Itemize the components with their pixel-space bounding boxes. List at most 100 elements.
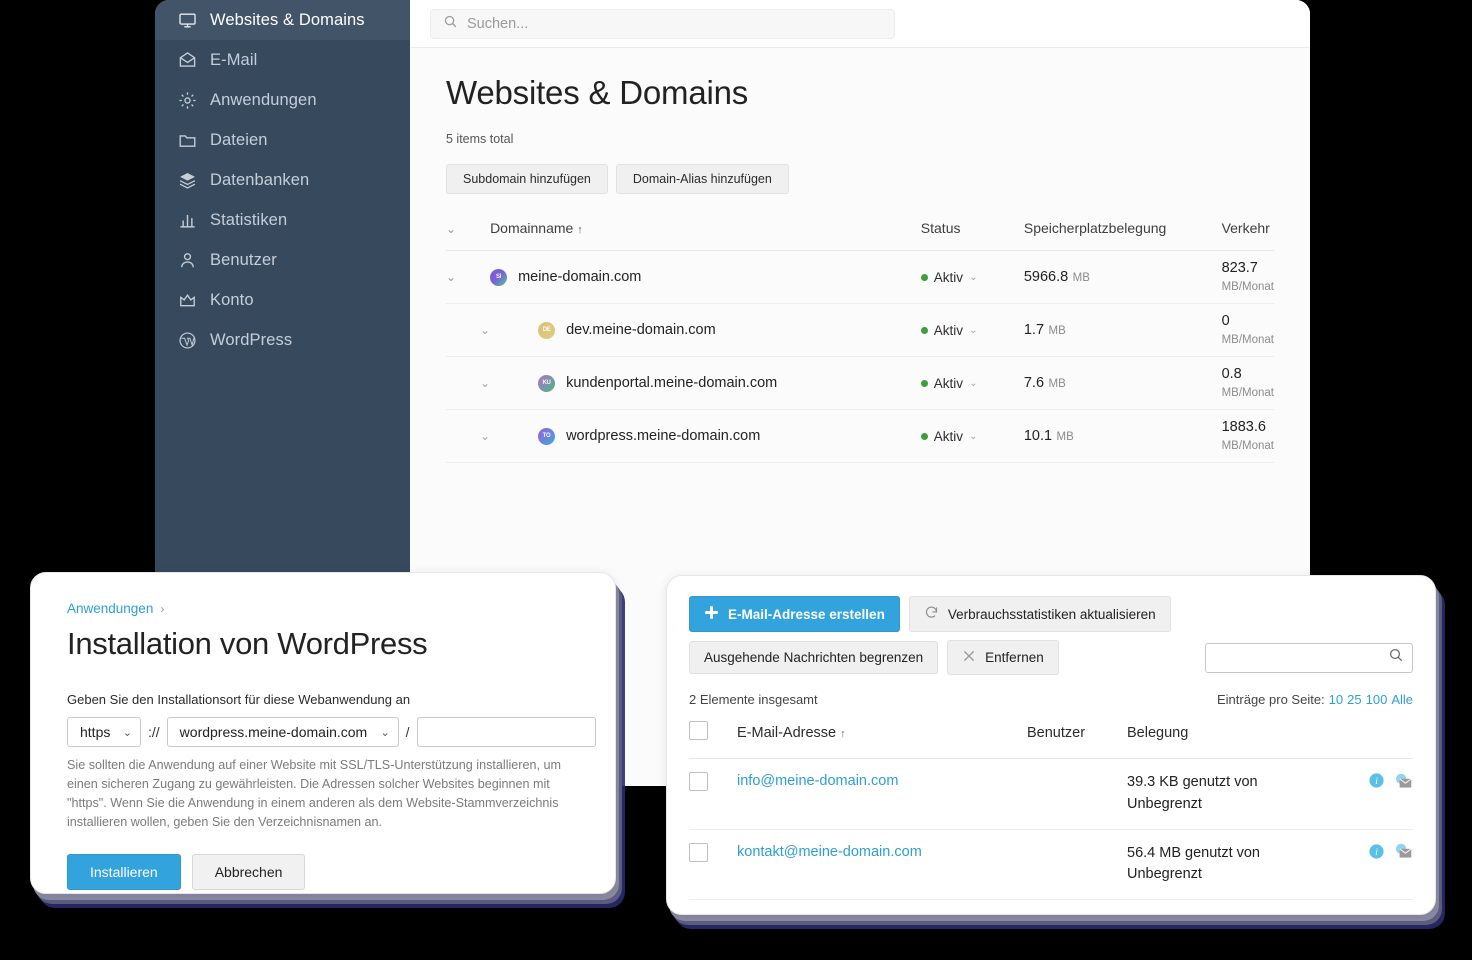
header-domainname[interactable]: Domainname ↑: [490, 220, 921, 251]
chevron-down-icon[interactable]: ⌄: [446, 270, 456, 284]
table-row[interactable]: ⌄ DE dev.meine-domain.com Aktiv ⌄ 1.7 MB…: [446, 303, 1274, 357]
info-icon[interactable]: i: [1368, 772, 1385, 794]
status-label: Aktiv: [933, 269, 964, 285]
space-value: 5966.8: [1023, 269, 1069, 285]
per-page-100[interactable]: 100: [1366, 692, 1388, 707]
status-badge: Aktiv ⌄: [920, 376, 1024, 391]
email-address-link[interactable]: info@meine-domain.com: [737, 773, 898, 789]
per-page-25[interactable]: 25: [1347, 692, 1361, 707]
user-icon: [177, 250, 197, 270]
sidebar-item-konto[interactable]: Konto: [155, 280, 410, 320]
table-row[interactable]: kontakt@meine-domain.com 56.4 MB genutzt…: [689, 829, 1413, 900]
row-checkbox[interactable]: [689, 842, 708, 862]
row-select-cell[interactable]: [689, 758, 737, 830]
domain-value: wordpress.meine-domain.com: [179, 724, 368, 740]
traffic-unit: MB/Monat: [1221, 281, 1274, 293]
refresh-usage-stats-label: Verbrauchsstatistiken aktualisieren: [947, 606, 1156, 622]
refresh-usage-stats-button[interactable]: Verbrauchsstatistiken aktualisieren: [908, 596, 1171, 632]
usage-text: 56.4 MB genutzt von Unbegrenzt: [1127, 844, 1260, 883]
sidebar-item-datenbanken[interactable]: Datenbanken: [155, 160, 410, 200]
per-page-10[interactable]: 10: [1329, 692, 1343, 707]
table-row[interactable]: ⌄ TO wordpress.meine-domain.com Aktiv ⌄ …: [446, 409, 1274, 463]
traffic-value: 0.8: [1221, 366, 1242, 382]
crown-icon: [177, 290, 197, 310]
avatar: DE: [538, 321, 556, 339]
mail-meta-row: 2 Elemente insgesamt Einträge pro Seite:…: [689, 692, 1413, 707]
chevron-down-icon[interactable]: ⌄: [969, 431, 977, 442]
mail-items-total: 2 Elemente insgesamt: [689, 692, 818, 707]
monitor-icon: [177, 10, 197, 30]
global-search[interactable]: Suchen...: [430, 8, 895, 39]
chevron-down-icon[interactable]: ⌄: [969, 378, 977, 389]
domain-name-label[interactable]: kundenportal.meine-domain.com: [566, 375, 777, 391]
info-icon[interactable]: i: [1368, 843, 1385, 865]
remove-label: Entfernen: [985, 650, 1044, 665]
header-benutzer[interactable]: Benutzer: [1027, 721, 1127, 759]
protocol-select[interactable]: https ⌄: [67, 717, 141, 747]
domain-name-label[interactable]: dev.meine-domain.com: [566, 322, 716, 338]
header-status[interactable]: Status: [920, 220, 1024, 251]
chevron-down-icon[interactable]: ⌄: [446, 376, 490, 390]
breadcrumb-link-anwendungen[interactable]: Anwendungen: [67, 601, 153, 616]
table-header-row: E-Mail-Adresse ↑ Benutzer Belegung: [689, 721, 1413, 759]
row-expand-cell[interactable]: ⌄: [446, 250, 491, 304]
chevron-down-icon[interactable]: ⌄: [446, 429, 490, 443]
mail-icon[interactable]: [1395, 773, 1413, 794]
select-all-header[interactable]: [689, 721, 737, 759]
row-select-cell[interactable]: [689, 829, 737, 900]
row-expand-cell[interactable]: ⌄: [446, 356, 491, 410]
row-user-cell: [1027, 758, 1127, 830]
add-domain-alias-button[interactable]: Domain-Alias hinzufügen: [615, 164, 789, 194]
screenshot-stage: Websites & Domains E-Mail Anwendungen Da…: [0, 0, 1472, 960]
sidebar-item-benutzer[interactable]: Benutzer: [155, 240, 410, 280]
header-speicherplatz[interactable]: Speicherplatzbelegung: [1023, 220, 1222, 251]
select-all-checkbox[interactable]: [689, 721, 708, 740]
traffic-value: 823.7: [1221, 260, 1258, 276]
traffic-value: 0: [1221, 313, 1230, 329]
mail-search-input[interactable]: [1205, 642, 1413, 673]
chevron-down-icon[interactable]: ⌄: [446, 323, 490, 337]
row-checkbox[interactable]: [689, 772, 708, 791]
table-row[interactable]: ⌄ KU kundenportal.meine-domain.com Aktiv…: [446, 356, 1274, 410]
email-address-link[interactable]: kontakt@meine-domain.com: [737, 844, 922, 860]
email-addresses-table: E-Mail-Adresse ↑ Benutzer Belegung info@…: [689, 721, 1413, 900]
header-email-address-label: E-Mail-Adresse: [737, 724, 837, 741]
sidebar-item-websites-domains[interactable]: Websites & Domains: [155, 0, 410, 40]
row-expand-cell[interactable]: ⌄: [446, 409, 491, 463]
domain-name-label[interactable]: meine-domain.com: [518, 269, 641, 285]
chevron-down-icon[interactable]: ⌄: [969, 325, 977, 336]
install-path-input[interactable]: [416, 717, 596, 747]
sidebar-item-label: Dateien: [210, 130, 268, 149]
sidebar-item-statistiken[interactable]: Statistiken: [155, 200, 410, 240]
table-row[interactable]: info@meine-domain.com 39.3 KB genutzt vo…: [689, 758, 1413, 830]
row-domain-cell: DE dev.meine-domain.com: [490, 303, 921, 357]
remove-button[interactable]: Entfernen: [947, 640, 1059, 675]
sidebar-item-dateien[interactable]: Dateien: [155, 120, 410, 160]
table-row[interactable]: ⌄ SI meine-domain.com Aktiv ⌄ 5966.8 MB …: [446, 250, 1274, 304]
cancel-button[interactable]: Abbrechen: [191, 853, 306, 890]
limit-outgoing-messages-button[interactable]: Ausgehende Nachrichten begrenzen: [689, 641, 939, 674]
row-space-cell: 5966.8 MB: [1023, 250, 1222, 304]
add-subdomain-button[interactable]: Subdomain hinzufügen: [446, 164, 608, 194]
chevron-double-down-icon[interactable]: ⌄: [446, 222, 456, 236]
domain-name-label[interactable]: wordpress.meine-domain.com: [566, 428, 760, 444]
header-verkehr[interactable]: Verkehr: [1221, 220, 1274, 251]
status-badge: Aktiv ⌄: [920, 323, 1024, 338]
sidebar-item-email[interactable]: E-Mail: [155, 40, 410, 80]
mail-icon[interactable]: [1395, 843, 1413, 864]
install-button[interactable]: Installieren: [67, 853, 181, 890]
row-usage-cell: 56.4 MB genutzt von Unbegrenzt: [1127, 829, 1333, 900]
space-value: 7.6: [1023, 375, 1045, 391]
header-belegung[interactable]: Belegung: [1127, 721, 1333, 759]
expand-all-header[interactable]: ⌄: [446, 220, 491, 251]
per-page-all[interactable]: Alle: [1391, 692, 1413, 707]
domain-select[interactable]: wordpress.meine-domain.com ⌄: [166, 717, 399, 747]
row-expand-cell[interactable]: ⌄: [446, 303, 491, 357]
sidebar-item-wordpress[interactable]: WordPress: [155, 320, 410, 360]
header-email-address[interactable]: E-Mail-Adresse ↑: [737, 721, 1027, 759]
sidebar-item-label: Websites & Domains: [210, 10, 365, 29]
sidebar-item-anwendungen[interactable]: Anwendungen: [155, 80, 410, 120]
create-email-address-button[interactable]: E-Mail-Adresse erstellen: [689, 596, 900, 632]
traffic-unit: MB/Monat: [1221, 440, 1274, 452]
chevron-down-icon[interactable]: ⌄: [969, 272, 977, 283]
